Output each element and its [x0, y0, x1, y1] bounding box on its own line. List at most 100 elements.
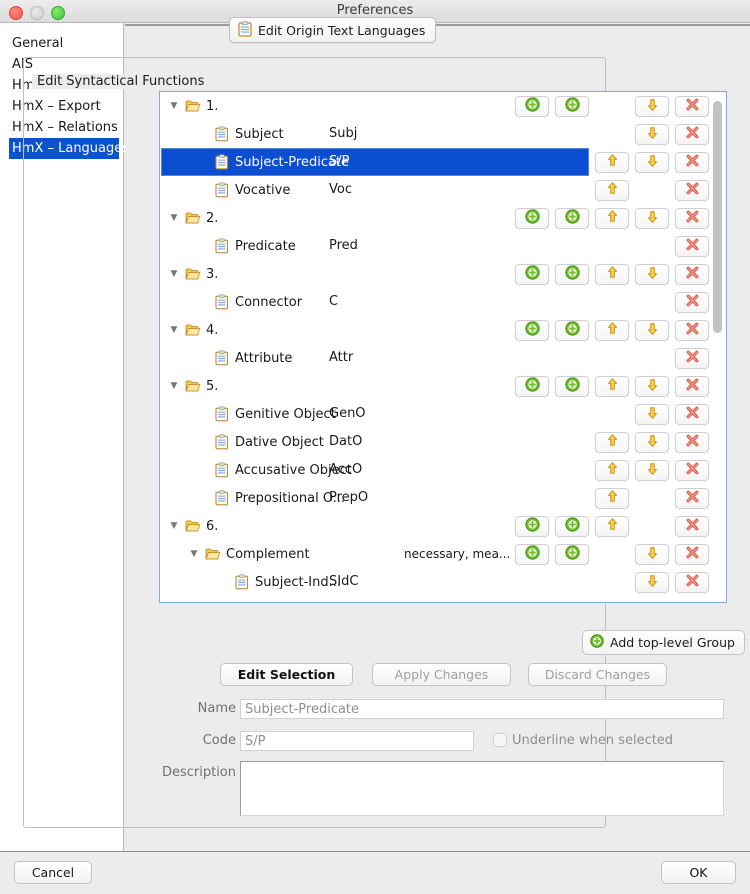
disclosure-triangle-open-icon[interactable]: ▼ [168, 316, 180, 344]
delete-button[interactable] [675, 180, 709, 201]
move-down-button[interactable] [635, 432, 669, 453]
move-up-button[interactable] [595, 152, 629, 173]
move-down-button[interactable] [635, 264, 669, 285]
move-up-button[interactable] [595, 208, 629, 229]
tree-row[interactable]: ▼ 3. [160, 260, 712, 288]
sidebar-item-general[interactable]: General [9, 33, 119, 54]
delete-button[interactable] [675, 236, 709, 257]
delete-x-icon [685, 517, 700, 536]
tree-scrollbar-thumb[interactable] [713, 101, 722, 333]
tree-row[interactable]: Accusative Object AccO [160, 456, 712, 484]
edit-selection-button[interactable]: Edit Selection [220, 663, 353, 686]
delete-button[interactable] [675, 348, 709, 369]
description-textarea[interactable] [240, 761, 724, 816]
add-top-level-group-button[interactable]: Add top-level Group [582, 630, 745, 655]
tree-row[interactable]: Vocative Voc [160, 176, 712, 204]
tree-row[interactable]: ▼ 2. [160, 204, 712, 232]
syntactical-functions-tree[interactable]: ▼ 1. Subject Subj Subject-Predicate S/P Vocati… [159, 91, 727, 603]
tree-row[interactable]: Subject-Ind... SIdC [160, 568, 712, 596]
disclosure-triangle-open-icon[interactable]: ▼ [168, 204, 180, 232]
delete-button[interactable] [675, 152, 709, 173]
move-up-button[interactable] [595, 488, 629, 509]
discard-changes-button[interactable]: Discard Changes [528, 663, 667, 686]
underline-when-selected-checkbox[interactable] [493, 733, 507, 747]
edit-origin-text-languages-button[interactable]: Edit Origin Text Languages [229, 17, 437, 43]
add-group-button[interactable] [515, 208, 549, 229]
document-icon [214, 490, 230, 506]
add-item-button[interactable] [555, 320, 589, 341]
move-down-button[interactable] [635, 544, 669, 565]
delete-button[interactable] [675, 264, 709, 285]
move-down-button[interactable] [635, 124, 669, 145]
add-group-button[interactable] [515, 544, 549, 565]
tree-row[interactable]: Dative Object DatO [160, 428, 712, 456]
disclosure-triangle-open-icon[interactable]: ▼ [188, 540, 200, 568]
move-down-button[interactable] [635, 320, 669, 341]
delete-button[interactable] [675, 460, 709, 481]
tree-scrollbar[interactable] [710, 93, 725, 602]
tree-row[interactable]: ▼ 4. [160, 316, 712, 344]
tree-row[interactable]: ▼ 6. [160, 512, 712, 540]
document-icon [214, 154, 230, 170]
cancel-button[interactable]: Cancel [14, 861, 92, 884]
arrow-down-icon [645, 377, 660, 396]
tree-row[interactable]: Predicate Pred [160, 232, 712, 260]
tree-row[interactable]: Genitive Object GenO [160, 400, 712, 428]
add-group-button[interactable] [515, 516, 549, 537]
move-down-button[interactable] [635, 152, 669, 173]
tree-row[interactable]: ▼ 1. [160, 92, 712, 120]
add-item-button[interactable] [555, 96, 589, 117]
tree-row[interactable]: ▼ 5. [160, 372, 712, 400]
tree-row[interactable]: Attribute Attr [160, 344, 712, 372]
move-up-button[interactable] [595, 320, 629, 341]
add-item-button[interactable] [555, 208, 589, 229]
document-icon [214, 406, 230, 422]
tree-row[interactable]: Subject-Predicate S/P [160, 148, 712, 176]
move-down-button[interactable] [635, 208, 669, 229]
move-down-button[interactable] [635, 96, 669, 117]
move-up-button[interactable] [595, 180, 629, 201]
tree-row[interactable]: Connector C [160, 288, 712, 316]
move-up-button[interactable] [595, 516, 629, 537]
add-item-button[interactable] [555, 264, 589, 285]
disclosure-triangle-open-icon[interactable]: ▼ [168, 92, 180, 120]
add-group-button[interactable] [515, 96, 549, 117]
disclosure-triangle-open-icon[interactable]: ▼ [168, 512, 180, 540]
move-up-button[interactable] [595, 460, 629, 481]
move-up-button[interactable] [595, 264, 629, 285]
delete-button[interactable] [675, 320, 709, 341]
move-down-button[interactable] [635, 460, 669, 481]
tree-row[interactable]: ▼ Complement necessary, mea... [160, 540, 712, 568]
delete-button[interactable] [675, 124, 709, 145]
move-down-button[interactable] [635, 376, 669, 397]
delete-button[interactable] [675, 488, 709, 509]
add-item-button[interactable] [555, 376, 589, 397]
move-up-button[interactable] [595, 376, 629, 397]
ok-button[interactable]: OK [661, 861, 736, 884]
apply-changes-button[interactable]: Apply Changes [372, 663, 511, 686]
add-item-button[interactable] [555, 544, 589, 565]
tree-row[interactable]: Prepositional O... PrepO [160, 484, 712, 512]
delete-button[interactable] [675, 208, 709, 229]
add-group-button[interactable] [515, 376, 549, 397]
delete-button[interactable] [675, 292, 709, 313]
disclosure-triangle-open-icon[interactable]: ▼ [168, 372, 180, 400]
move-up-button[interactable] [595, 432, 629, 453]
delete-button[interactable] [675, 96, 709, 117]
delete-button[interactable] [675, 572, 709, 593]
delete-x-icon [685, 489, 700, 508]
delete-button[interactable] [675, 544, 709, 565]
delete-button[interactable] [675, 432, 709, 453]
name-input[interactable]: Subject-Predicate [240, 699, 724, 719]
add-group-button[interactable] [515, 264, 549, 285]
delete-button[interactable] [675, 376, 709, 397]
move-down-button[interactable] [635, 572, 669, 593]
add-item-button[interactable] [555, 516, 589, 537]
delete-button[interactable] [675, 516, 709, 537]
move-down-button[interactable] [635, 404, 669, 425]
tree-row[interactable]: Subject Subj [160, 120, 712, 148]
add-group-button[interactable] [515, 320, 549, 341]
code-input[interactable]: S/P [240, 731, 474, 751]
delete-button[interactable] [675, 404, 709, 425]
disclosure-triangle-open-icon[interactable]: ▼ [168, 260, 180, 288]
